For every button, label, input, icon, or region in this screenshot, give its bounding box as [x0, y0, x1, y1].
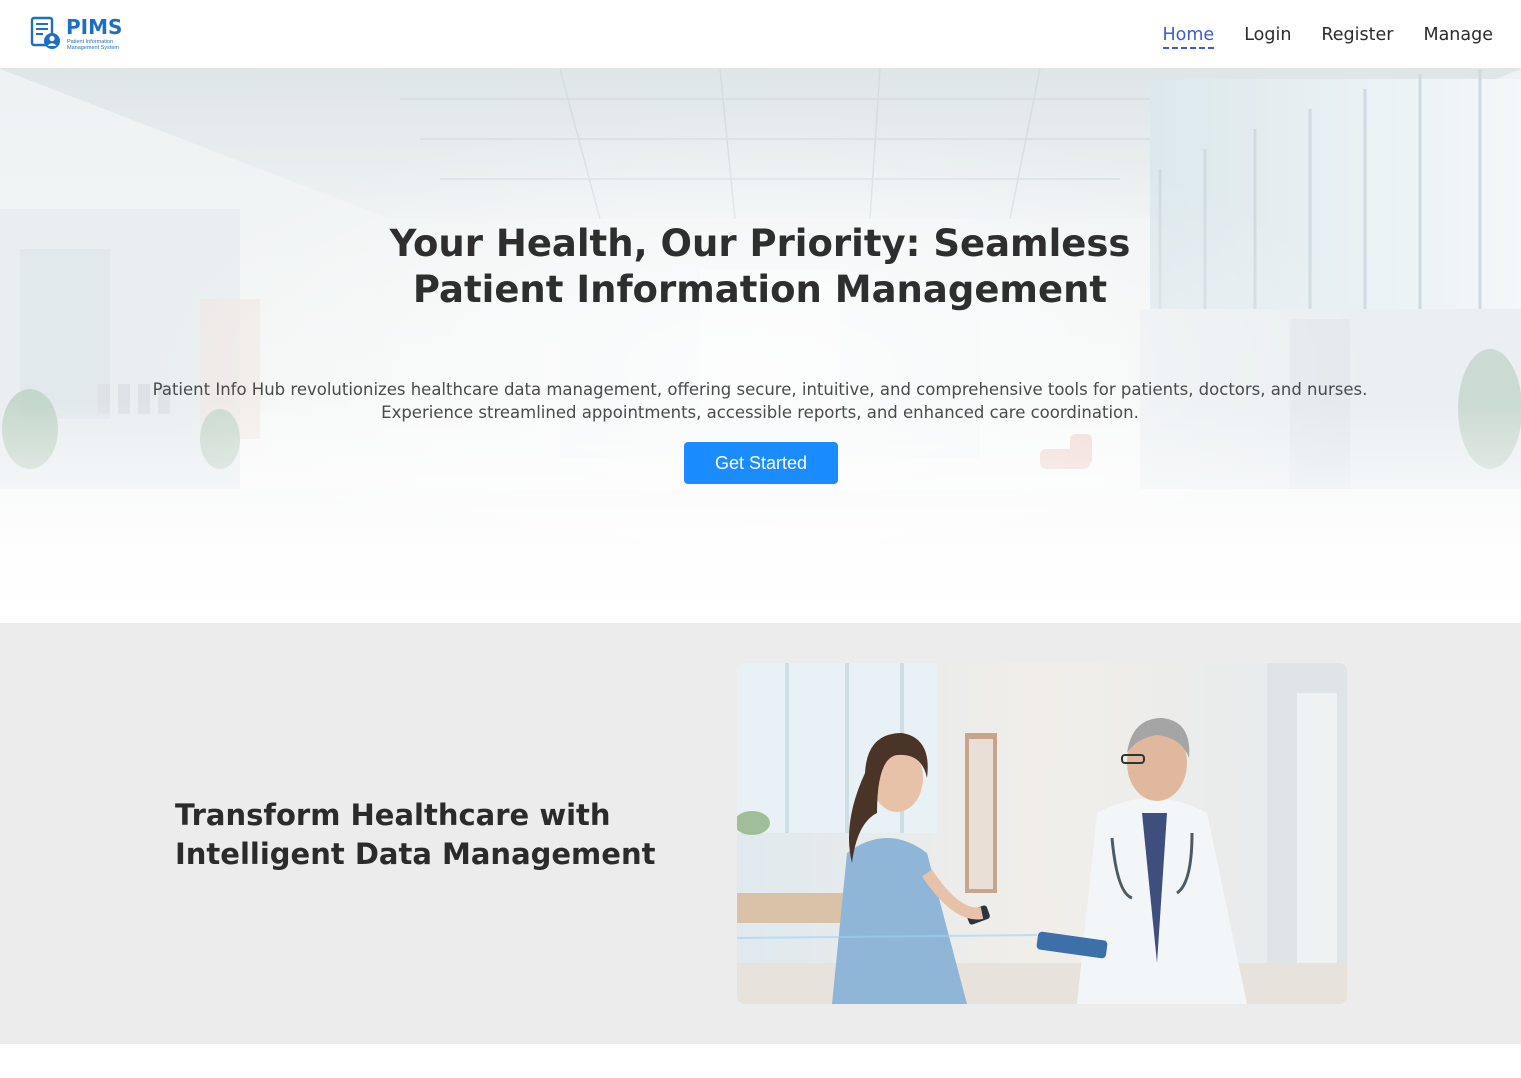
site-header: PIMS Patient Information Management Syst… — [0, 0, 1521, 69]
hero-section: Your Health, Our Priority: Seamless Pati… — [0, 69, 1521, 623]
hero-overlay — [0, 69, 1521, 623]
hero-title: Your Health, Our Priority: Seamless Pati… — [389, 222, 1131, 311]
doctor-nurse-image — [737, 663, 1347, 1004]
document-user-icon — [30, 16, 62, 50]
nav-manage[interactable]: Manage — [1423, 24, 1493, 49]
logo-link[interactable]: PIMS Patient Information Management Syst… — [30, 15, 140, 53]
get-started-button[interactable]: Get Started — [684, 442, 838, 484]
feature-title: Transform Healthcare with Intelligent Da… — [175, 798, 656, 871]
logo-subtitle: Patient Information Management System — [67, 39, 119, 51]
nav-register[interactable]: Register — [1321, 24, 1393, 49]
logo-title: PIMS — [66, 15, 123, 39]
nav-home[interactable]: Home — [1162, 24, 1215, 49]
feature-section: Transform Healthcare with Intelligent Da… — [0, 623, 1521, 1044]
hero-description: Patient Info Hub revolutionizes healthca… — [152, 380, 1368, 422]
nav-login[interactable]: Login — [1244, 24, 1291, 49]
main-nav: Home Login Register Manage — [1162, 24, 1493, 49]
